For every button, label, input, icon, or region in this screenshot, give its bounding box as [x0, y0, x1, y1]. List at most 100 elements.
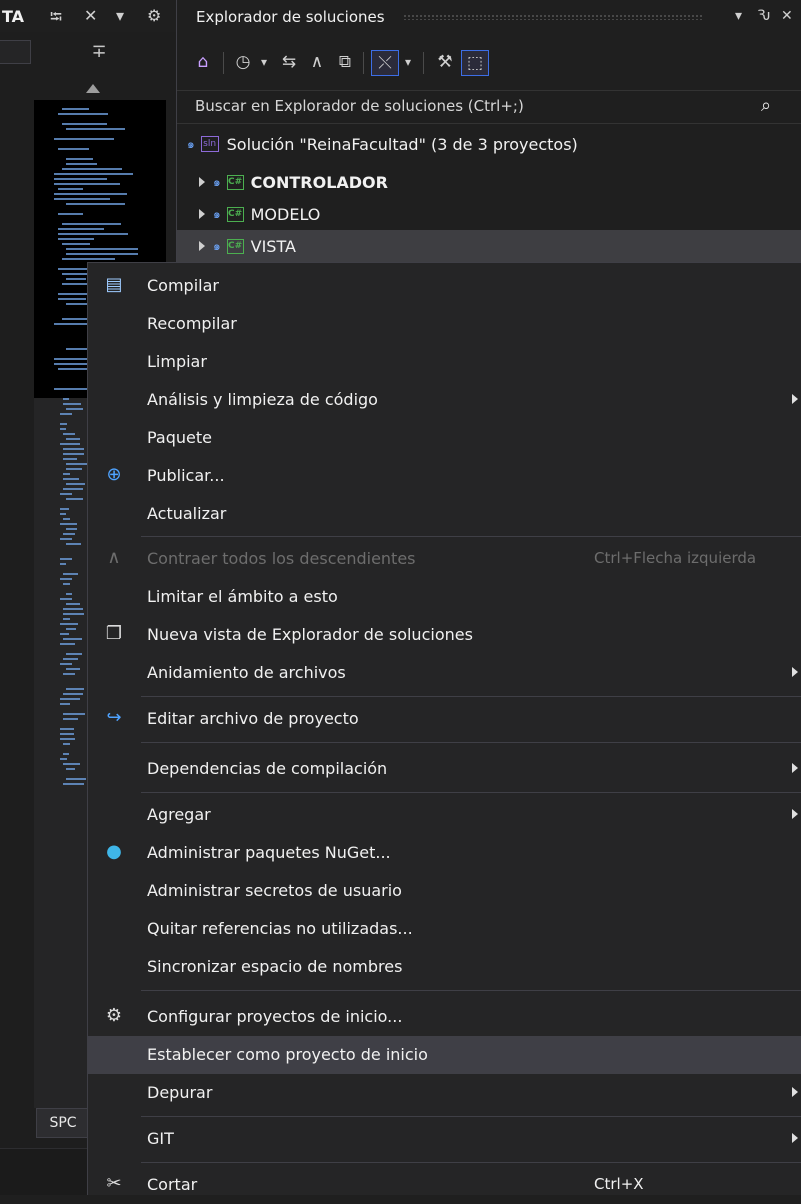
menu-item-agregar[interactable]: Agregar [88, 796, 801, 834]
publish-globe-icon: ⊕ [106, 464, 122, 485]
pin-tab-icon[interactable]: ⭾ [50, 6, 62, 33]
menu-separator [141, 696, 801, 697]
minimap-line [63, 673, 76, 675]
minimap-line [66, 438, 81, 440]
menu-item-analisis-limpieza[interactable]: Análisis y limpieza de código [88, 381, 801, 419]
tab-dropdown-icon[interactable]: ▾ [116, 6, 124, 25]
menu-item-label: Administrar secretos de usuario [147, 881, 402, 900]
menu-item-dependencias[interactable]: Dependencias de compilación [88, 750, 801, 788]
menu-item-recompilar[interactable]: Recompilar [88, 305, 801, 343]
menu-item-configurar-inicio[interactable]: ⚙ Configurar proyectos de inicio... [88, 998, 801, 1036]
tree-row-project-selected[interactable]: ๑ C# VISTA [177, 230, 801, 262]
minimap-line [66, 628, 77, 630]
edit-project-icon: ↪ [106, 707, 122, 728]
menu-item-anidamiento[interactable]: Anidamiento de archivos [88, 654, 801, 692]
gear-icon: ⚙ [105, 1005, 123, 1026]
menu-item-label: Administrar paquetes NuGet... [147, 843, 391, 862]
close-tab-icon[interactable]: ✕ [84, 6, 97, 25]
csharp-project-icon: C# [226, 174, 244, 190]
expand-arrow-icon[interactable] [199, 177, 205, 187]
settings-gear-icon[interactable]: ⚙ [147, 6, 161, 25]
menu-item-quitar-referencias[interactable]: Quitar referencias no utilizadas... [88, 910, 801, 948]
minimap-line [60, 598, 72, 600]
pending-changes-filter-icon[interactable]: ◷ [231, 50, 255, 74]
tree-row-solution[interactable]: ๑ sln Solución "ReinaFacultad" (3 de 3 p… [177, 128, 801, 160]
minimap-line [62, 258, 116, 260]
minimap-line [62, 223, 121, 225]
project-label: MODELO [250, 204, 321, 224]
project-context-menu: ▤ Compilar Recompilar Limpiar Análisis y… [87, 262, 801, 1195]
minimap-line [54, 198, 111, 200]
toolbar-separator [223, 52, 224, 74]
minimap-line [66, 668, 81, 670]
scroll-up-arrow-icon[interactable] [86, 84, 100, 93]
minimap-line [60, 538, 72, 540]
menu-item-label: Contraer todos los descendientes [147, 549, 416, 568]
expand-arrow-icon[interactable] [199, 241, 205, 251]
minimap-line [66, 158, 94, 160]
menu-item-label: Configurar proyectos de inicio... [147, 1007, 403, 1026]
show-all-files-icon[interactable]: ⤬ [371, 50, 399, 76]
toolbar-separator [423, 52, 424, 74]
menu-item-git[interactable]: GIT [88, 1120, 801, 1158]
minimap-line [60, 558, 73, 560]
minimap-line [66, 603, 80, 605]
window-menu-dropdown-icon[interactable]: ▾ [735, 8, 742, 24]
collapse-icon: ∧ [107, 547, 121, 568]
menu-item-label: Agregar [147, 805, 211, 824]
menu-item-actualizar[interactable]: Actualizar [88, 495, 801, 533]
minimap-line [63, 583, 70, 585]
menu-item-paquete[interactable]: Paquete [88, 419, 801, 457]
menu-item-label: GIT [147, 1129, 174, 1148]
project-label: VISTA [250, 236, 296, 256]
minimap-line [60, 493, 72, 495]
menu-item-establecer-inicio[interactable]: Establecer como proyecto de inicio [88, 1036, 801, 1074]
minimap-line [63, 713, 85, 715]
menu-item-limitar-ambito[interactable]: Limitar el ámbito a esto [88, 578, 801, 616]
minimap-line [60, 758, 68, 760]
minimap-line [66, 203, 126, 205]
copy-icon[interactable]: ⧉ [333, 50, 357, 74]
minimap-line [63, 638, 82, 640]
menu-item-shortcut: Ctrl+X [594, 1175, 644, 1193]
title-grip[interactable] [403, 14, 703, 20]
menu-item-limpiar[interactable]: Limpiar [88, 343, 801, 381]
minimap-line [54, 178, 107, 180]
pin-panel-icon[interactable]: Ԅ [757, 8, 771, 24]
menu-item-secretos-usuario[interactable]: Administrar secretos de usuario [88, 872, 801, 910]
minimap-line [66, 278, 87, 280]
menu-item-depurar[interactable]: Depurar [88, 1074, 801, 1112]
panel-title: Explorador de soluciones [196, 8, 385, 26]
preview-selected-items-icon[interactable]: ⬚ [461, 50, 489, 76]
menu-item-cortar[interactable]: ✂ Cortar Ctrl+X [88, 1166, 801, 1204]
menu-item-sincronizar-espacio[interactable]: Sincronizar espacio de nombres [88, 948, 801, 986]
navigation-dropdown[interactable] [0, 40, 31, 64]
menu-item-editar-proyecto[interactable]: ↪ Editar archivo de proyecto [88, 700, 801, 738]
menu-item-nuget[interactable]: ● Administrar paquetes NuGet... [88, 834, 801, 872]
minimap-line [60, 523, 77, 525]
tree-row-project[interactable]: ๑ C# MODELO [177, 198, 801, 230]
menu-item-compilar[interactable]: ▤ Compilar [88, 267, 801, 305]
show-all-dropdown-icon[interactable]: ▾ [401, 50, 415, 74]
expand-arrow-icon[interactable] [199, 209, 205, 219]
collapse-all-icon[interactable]: ∧ [305, 50, 329, 74]
search-input[interactable] [195, 95, 735, 117]
minimap-line [66, 593, 73, 595]
split-window-icon[interactable]: ∓ [88, 42, 110, 64]
minimap-line [66, 163, 98, 165]
menu-item-label: Establecer como proyecto de inicio [147, 1045, 428, 1064]
search-icon[interactable]: ⌕ [761, 95, 771, 116]
filter-dropdown-icon[interactable]: ▾ [257, 50, 271, 74]
bottom-tab-spc[interactable]: SPC [36, 1108, 90, 1138]
menu-item-publicar[interactable]: ⊕ Publicar... [88, 457, 801, 495]
minimap-line [60, 513, 67, 515]
tree-row-project[interactable]: ๑ C# CONTROLADOR [177, 166, 801, 198]
close-panel-icon[interactable]: ✕ [781, 8, 793, 24]
sync-with-document-icon[interactable]: ⇆ [277, 50, 301, 74]
home-icon[interactable]: ⌂ [191, 50, 215, 74]
document-tab-label[interactable]: TA [2, 7, 24, 26]
menu-item-nueva-vista[interactable]: ❐ Nueva vista de Explorador de solucione… [88, 616, 801, 654]
properties-wrench-icon[interactable]: ⚒ [433, 50, 457, 74]
minimap-line [54, 183, 121, 185]
menu-item-label: Nueva vista de Explorador de soluciones [147, 625, 473, 644]
